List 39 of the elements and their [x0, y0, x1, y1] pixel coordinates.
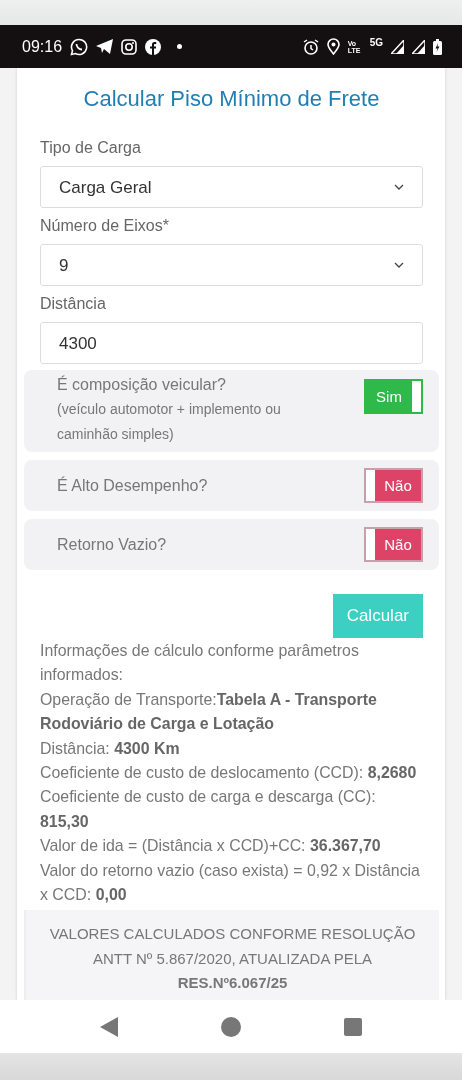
home-icon[interactable]: [221, 1016, 241, 1037]
clock-time: 09:16: [22, 36, 63, 57]
toggle-label: É composição veicular?: [57, 374, 227, 396]
input-field[interactable]: 4300: [40, 322, 423, 365]
signal-icon: [391, 39, 404, 54]
toggle-switch[interactable]: Sim: [364, 379, 423, 415]
toggle-switch[interactable]: Não: [364, 468, 423, 504]
back-icon[interactable]: [99, 1016, 118, 1037]
page-title: Calcular Piso Mínimo de Frete: [82, 85, 381, 113]
chevron-down-icon: [394, 184, 404, 191]
location-pin-icon: [326, 38, 340, 55]
select-field[interactable]: 9: [40, 244, 423, 287]
camera-icon: [121, 38, 138, 55]
info-line: Valor de ida = (Distância x CCD)+CC: 36.367,70: [40, 836, 382, 857]
info-line: Informações de cálculo conforme parâmetros informados:: [40, 640, 360, 686]
alarm-clock-icon: [302, 38, 319, 55]
chevron-down-icon: [394, 262, 404, 269]
info-line: Valor do retorno vazio (caso exista) = 0,92 x Distância x CCD: 0,00: [40, 860, 421, 905]
field-label: Distância: [40, 294, 107, 315]
info-line: Coeficiente de custo de deslocamento (CCD): 8,2680: [40, 762, 418, 783]
paper-plane-icon: [96, 39, 114, 54]
info-line: Coeficiente de custo de carga e descarga (CC): 815,30: [40, 787, 377, 832]
network-label: 5G: [369, 36, 383, 50]
signal-icon: [412, 39, 425, 54]
toggle-label: É Alto Desempenho?: [57, 475, 208, 496]
f-logo-icon: [145, 38, 162, 55]
field-label: Número de Eixos*: [40, 216, 170, 237]
toggle-label: Retorno Vazio?: [57, 534, 167, 555]
notice-text: VALORES CALCULADOS CONFORME RESOLUÇÃO ANTT Nº 5.867/2020, ATUALIZADA PELA RES.Nº6.067/25: [48, 924, 417, 994]
recents-icon[interactable]: [344, 1017, 363, 1036]
toggle-switch[interactable]: Não: [364, 527, 423, 563]
dot-icon: [177, 44, 183, 49]
chat-bubble-icon: [70, 37, 89, 56]
toggle-hint: (veículo automotor + implemento ou caminhão simples): [57, 400, 282, 445]
battery-icon: [433, 38, 442, 55]
info-line: Distância: 4300 Km: [40, 738, 181, 759]
info-line: Operação de Transporte:Tabela A - Transporte Rodoviário de Carga e Lotação: [40, 689, 378, 735]
field-label: Tipo de Carga: [40, 138, 142, 159]
select-field[interactable]: Carga Geral: [40, 166, 423, 209]
